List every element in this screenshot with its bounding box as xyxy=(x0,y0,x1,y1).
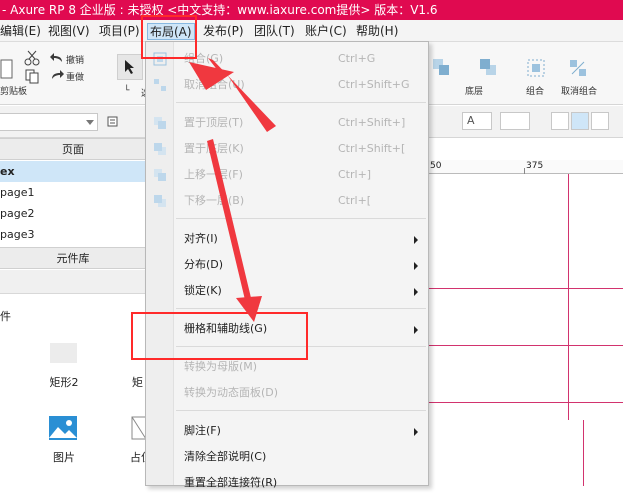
arrow-head-icon xyxy=(189,62,234,90)
annotation-arrows xyxy=(189,58,276,322)
arrow-to-grid xyxy=(207,139,252,304)
arrow-head-icon xyxy=(236,296,262,322)
